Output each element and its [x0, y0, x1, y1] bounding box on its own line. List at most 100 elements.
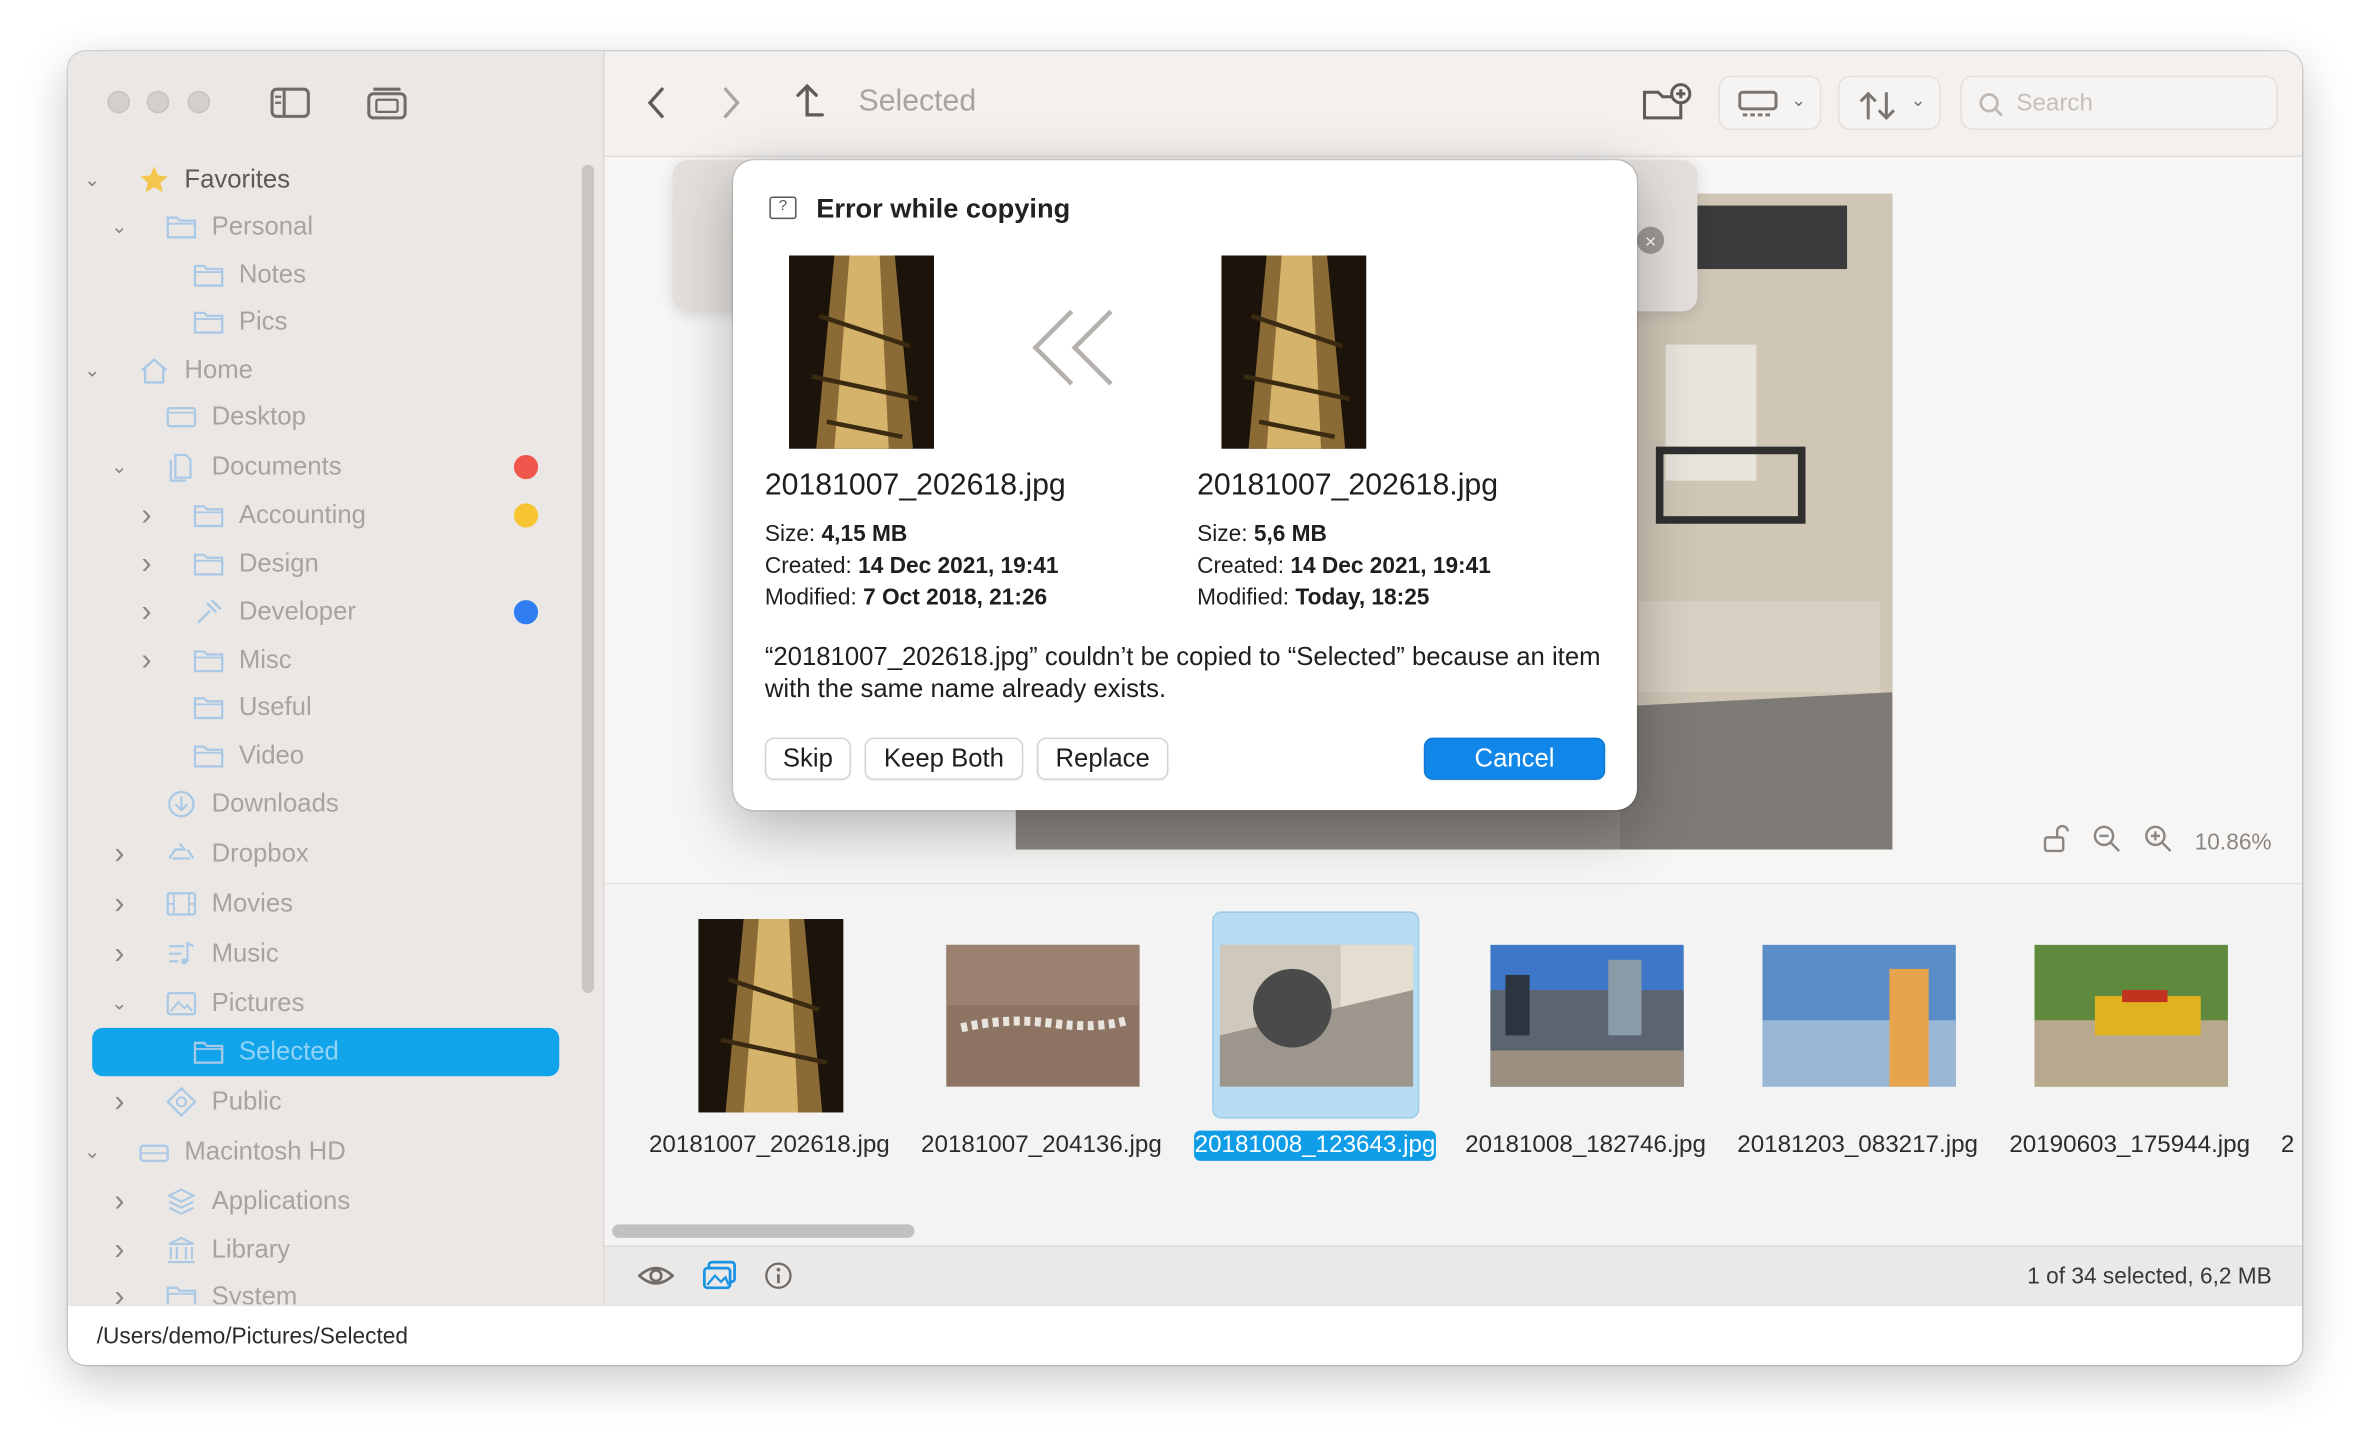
sidebar-item-label: Developer: [238, 597, 356, 626]
chevron-right-icon[interactable]: ›: [110, 1279, 128, 1312]
sidebar-item-label: Dropbox: [211, 838, 309, 868]
forward-icon[interactable]: [719, 85, 743, 129]
chevron-right-icon[interactable]: ›: [110, 1184, 128, 1217]
view-mode-dropdown[interactable]: ⌄: [1718, 75, 1822, 130]
sidebar-item-public[interactable]: › Public: [68, 1079, 582, 1124]
sidebar-item-music[interactable]: › Music: [68, 931, 582, 976]
sidebar-item-favorites[interactable]: ⌄ Favorites: [68, 157, 582, 202]
filmstrip-item[interactable]: 20181008_182746.jpg: [1465, 911, 1707, 1213]
lock-icon[interactable]: [2041, 824, 2071, 860]
sidebar-item-desktop[interactable]: Desktop: [68, 395, 582, 440]
enclosing-folder-icon[interactable]: [792, 82, 825, 129]
sidebar-item-developer[interactable]: › Developer: [68, 589, 582, 634]
info-icon[interactable]: [763, 1261, 793, 1299]
music-icon: [166, 940, 196, 967]
sidebar-item-dropbox[interactable]: › Dropbox: [68, 831, 582, 876]
folder-icon: [193, 261, 224, 288]
sidebar-item-label: Downloads: [211, 789, 339, 818]
zoom-out-icon[interactable]: [2092, 824, 2122, 860]
chevron-down-icon[interactable]: ⌄: [83, 358, 101, 381]
progress-close-icon[interactable]: ×: [1636, 226, 1665, 254]
thumbnail-image: [1212, 911, 1420, 1119]
chevron-right-icon[interactable]: ›: [110, 1085, 128, 1118]
chevron-down-icon[interactable]: ⌄: [83, 1140, 101, 1163]
chevron-down-icon[interactable]: ⌄: [83, 168, 101, 191]
chevron-down-icon[interactable]: ⌄: [110, 992, 128, 1015]
desktop-icon: [166, 404, 197, 431]
selection-status: 1 of 34 selected, 6,2 MB: [2027, 1263, 2272, 1290]
sidebar-item-design[interactable]: › Design: [68, 541, 582, 586]
copy-direction-icon: [1029, 305, 1120, 397]
thumbnail-image: [667, 911, 874, 1118]
tabs-overview-icon[interactable]: [364, 85, 407, 121]
chevron-down-icon[interactable]: ⌄: [110, 215, 128, 238]
chevron-right-icon[interactable]: ›: [138, 498, 156, 531]
keep-both-button[interactable]: Keep Both: [864, 737, 1024, 780]
sort-dropdown[interactable]: ⌄: [1837, 75, 1941, 130]
replace-button[interactable]: Replace: [1036, 737, 1169, 780]
sidebar-item-useful[interactable]: Useful: [68, 685, 582, 730]
gallery-view-icon[interactable]: [701, 1259, 737, 1300]
folder-icon: [193, 1038, 224, 1065]
chevron-right-icon[interactable]: ›: [110, 1233, 128, 1266]
sidebar-item-accounting[interactable]: › Accounting: [68, 493, 582, 538]
library-icon: [166, 1236, 196, 1264]
minimize-window-button[interactable]: [146, 90, 170, 114]
chevron-right-icon[interactable]: ›: [110, 837, 128, 870]
sidebar-item-pictures[interactable]: ⌄ Pictures: [68, 981, 582, 1026]
sidebar-item-pics[interactable]: Pics: [68, 299, 582, 344]
filmstrip-item[interactable]: 20181203_083217.jpg: [1737, 911, 1979, 1213]
sidebar-item-video[interactable]: Video: [68, 733, 582, 778]
sidebar-item-movies[interactable]: › Movies: [68, 881, 582, 926]
sidebar-scrollbar[interactable]: [581, 164, 595, 994]
sidebar-item-home[interactable]: ⌄ Home: [68, 348, 582, 393]
cancel-button[interactable]: Cancel: [1423, 737, 1606, 780]
sidebar-item-notes[interactable]: Notes: [68, 252, 582, 297]
filmstrip-item[interactable]: 2: [2281, 911, 2302, 1213]
sidebar-item-macintosh-hd[interactable]: ⌄ Macintosh HD: [68, 1129, 582, 1174]
filmstrip-item[interactable]: 20181007_204136.jpg: [921, 911, 1163, 1213]
sidebar-item-applications[interactable]: › Applications: [68, 1179, 582, 1224]
sidebar-toggle-icon[interactable]: [269, 85, 311, 121]
thumbnail-image: [2027, 911, 2234, 1118]
sidebar-item-selected[interactable]: Selected: [92, 1027, 560, 1077]
dialog-warning-icon: ?: [769, 196, 797, 220]
sidebar-item-label: Selected: [238, 1036, 339, 1066]
sidebar-item-personal[interactable]: ⌄ Personal: [68, 204, 582, 249]
chevron-right-icon[interactable]: ›: [138, 643, 156, 676]
close-window-button[interactable]: [107, 90, 130, 114]
filmstrip-item[interactable]: 20181008_123643.jpg: [1194, 911, 1436, 1213]
skip-button[interactable]: Skip: [764, 737, 851, 780]
thumbnail-filename: 20181008_182746.jpg: [1465, 1132, 1706, 1158]
eye-icon[interactable]: [637, 1261, 675, 1299]
back-icon[interactable]: [644, 85, 668, 129]
window-title: Selected: [858, 84, 977, 118]
sidebar-item-label: Music: [211, 938, 279, 968]
search-input[interactable]: Search: [1960, 75, 2278, 130]
thumbnail-image: [1483, 911, 1690, 1118]
sidebar-item-misc[interactable]: › Misc: [68, 638, 582, 683]
chevron-right-icon[interactable]: ›: [110, 936, 128, 969]
chevron-right-icon[interactable]: ›: [138, 546, 156, 579]
chevron-right-icon[interactable]: ›: [138, 595, 156, 628]
search-placeholder: Search: [2016, 90, 2093, 117]
chevron-right-icon[interactable]: ›: [110, 886, 128, 919]
new-folder-icon[interactable]: [1640, 82, 1692, 132]
status-bar: 1 of 34 selected, 6,2 MB: [604, 1245, 2303, 1305]
filmstrip-scrollbar[interactable]: [612, 1224, 915, 1238]
filmstrip-item[interactable]: 20181007_202618.jpg: [648, 911, 890, 1213]
sidebar-item-downloads[interactable]: Downloads: [68, 781, 582, 826]
chevron-down-icon[interactable]: ⌄: [110, 455, 128, 478]
target-thumbnail: [1221, 255, 1367, 449]
star-icon: [139, 166, 169, 193]
filmstrip-item[interactable]: 20190603_175944.jpg: [2009, 911, 2251, 1213]
sidebar-item-library[interactable]: › Library: [68, 1227, 582, 1272]
zoom-window-button[interactable]: [187, 90, 211, 114]
sidebar-item-documents[interactable]: ⌄ Documents: [68, 444, 582, 489]
zoom-in-icon[interactable]: [2143, 824, 2173, 860]
sidebar-item-label: Home: [184, 355, 253, 384]
chevron-down-icon: ⌄: [1791, 89, 1807, 111]
color-tag: [513, 503, 539, 528]
thumbnail-filename: 20181008_123643.jpg: [1194, 1130, 1436, 1161]
copy-error-dialog: ? Error while copying 20181007_202618.jp…: [733, 160, 1637, 811]
